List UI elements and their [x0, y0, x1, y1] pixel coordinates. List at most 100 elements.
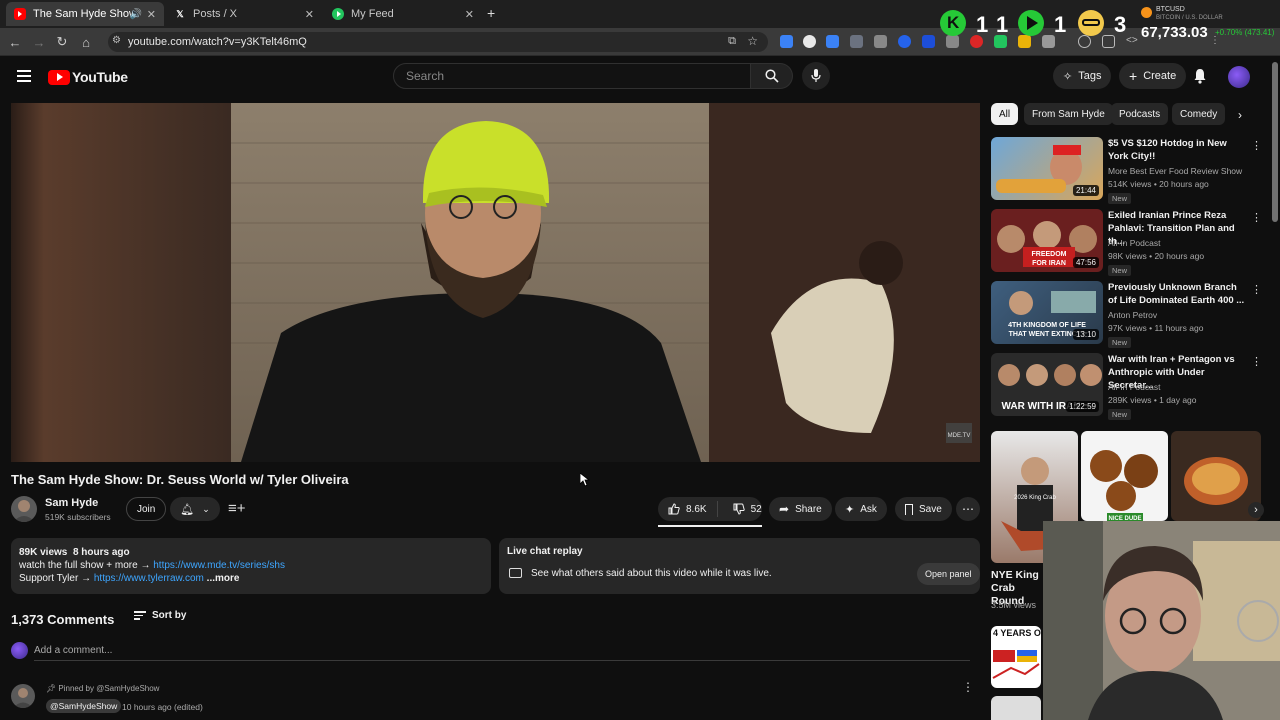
account-avatar[interactable]: [1228, 66, 1250, 88]
ticker-change: +0.70% (473.41): [1215, 28, 1275, 37]
search-button[interactable]: [751, 63, 793, 89]
channel-name[interactable]: Sam Hyde: [45, 497, 98, 509]
more-actions-icon[interactable]: ⋯: [956, 497, 980, 521]
browser-tab-feed[interactable]: My Feed ✕: [324, 2, 482, 26]
new-tab-icon[interactable]: +: [487, 5, 495, 21]
chip-comedy[interactable]: Comedy: [1172, 103, 1226, 125]
channel-name: All-In Podcast: [1108, 382, 1161, 392]
shorts-next-icon[interactable]: ›: [1248, 502, 1264, 518]
thumbs-down-icon: [733, 503, 745, 515]
browser-tab-youtube[interactable]: The Sam Hyde Show: Dr. Se 🔊 ✕: [6, 2, 164, 26]
description-box[interactable]: 89K views 8 hours ago watch the full sho…: [11, 538, 491, 594]
chevron-right-icon[interactable]: ›: [1238, 108, 1242, 122]
description-link[interactable]: https://www.tylerraw.com: [94, 573, 204, 584]
page-scrollbar[interactable]: [1272, 62, 1278, 222]
like-dislike-group: 8.6K 52: [658, 497, 762, 521]
chip-all[interactable]: All: [991, 103, 1019, 125]
site-info-icon[interactable]: ⚙: [112, 35, 121, 46]
extension-icon[interactable]: [874, 35, 887, 48]
youtube-logo[interactable]: YouTube: [48, 69, 128, 85]
add-comment-input[interactable]: Add a comment...: [34, 645, 112, 656]
notifications-bell-icon[interactable]: [1192, 68, 1208, 89]
short-thumbnail[interactable]: NICE DUDE: [1081, 431, 1168, 521]
video-meta: 289K views • 1 day ago: [1108, 395, 1197, 405]
search-placeholder: Search: [406, 69, 445, 83]
recommended-video[interactable]: WAR WITH IRAN 1:22:59 War with Iran + Pe…: [991, 353, 1262, 420]
chip-podcasts[interactable]: Podcasts: [1111, 103, 1169, 125]
video-meta: 97K views • 11 hours ago: [1108, 323, 1204, 333]
ask-button[interactable]: ✦ Ask: [835, 497, 887, 521]
video-duration: 1:22:59: [1066, 401, 1099, 412]
back-icon[interactable]: ←: [6, 33, 24, 51]
video-watermark: MDE.TV: [948, 433, 971, 439]
user-avatar: [11, 642, 28, 659]
open-panel-button[interactable]: Open panel: [917, 563, 980, 585]
bookmark-star-icon[interactable]: ☆: [747, 34, 758, 48]
x-icon: 𝕏: [176, 8, 184, 19]
extension-icon[interactable]: [850, 35, 863, 48]
video-thumbnail[interactable]: [991, 696, 1041, 720]
comment-author[interactable]: @SamHydeShow: [46, 699, 122, 713]
reload-icon[interactable]: ↻: [53, 33, 71, 51]
speaker-icon[interactable]: 🔊: [130, 9, 142, 20]
more-options-icon[interactable]: ⋮: [1251, 211, 1262, 224]
video-title: Previously Unknown Branch of Life Domina…: [1108, 282, 1245, 306]
forward-icon[interactable]: →: [30, 33, 48, 51]
svg-text:4TH KINGDOM OF LIFE: 4TH KINGDOM OF LIFE: [1008, 322, 1086, 329]
share-button[interactable]: ➦ Share: [769, 497, 832, 521]
join-button[interactable]: Join: [126, 497, 167, 521]
description-link[interactable]: https://www.mde.tv/series/shs: [153, 560, 285, 571]
channel-avatar[interactable]: [11, 496, 37, 522]
recommended-video[interactable]: 4TH KINGDOM OF LIFE THAT WENT EXTINCT? 13…: [991, 281, 1262, 348]
comment-menu-icon[interactable]: ⋮: [962, 680, 974, 694]
tab-label: My Feed: [351, 8, 394, 20]
add-to-playlist-icon[interactable]: ≡+: [228, 500, 246, 517]
svg-text:FOR IRAN: FOR IRAN: [1032, 260, 1066, 267]
extension-icon[interactable]: [898, 35, 911, 48]
pinned-label: 📌︎ Pinned by @SamHydeShow: [46, 684, 159, 693]
search-input[interactable]: Search: [393, 63, 751, 89]
tags-button[interactable]: ✧ Tags: [1053, 63, 1112, 89]
video-player[interactable]: MDE.TV: [11, 103, 980, 462]
play-icon: [332, 8, 344, 20]
create-button[interactable]: + Create: [1119, 63, 1187, 89]
close-tab-icon[interactable]: ✕: [305, 8, 314, 21]
extension-icon[interactable]: [803, 35, 816, 48]
chip-from-sam-hyde[interactable]: From Sam Hyde: [1024, 103, 1113, 125]
comment-author-avatar[interactable]: [11, 684, 35, 708]
more-options-icon[interactable]: ⋮: [1251, 355, 1262, 368]
cast-icon[interactable]: ⧉: [728, 35, 736, 48]
sparkle-icon: ✧: [1063, 70, 1073, 83]
more-options-icon[interactable]: ⋮: [1251, 283, 1262, 296]
dislike-button[interactable]: 52: [724, 503, 771, 515]
show-more-link[interactable]: ...more: [207, 573, 240, 584]
voice-search-button[interactable]: [802, 62, 830, 90]
chevron-down-icon: ⌄: [202, 503, 210, 514]
browser-tab-x[interactable]: 𝕏 Posts / X ✕: [166, 2, 322, 26]
address-bar[interactable]: ⚙ youtube.com/watch?v=y3KTelt46mQ ⧉ ☆: [108, 32, 768, 52]
close-tab-icon[interactable]: ✕: [465, 8, 474, 21]
sort-icon: [134, 611, 146, 620]
recommended-video[interactable]: 21:44 $5 VS $120 Hotdog in New York City…: [991, 137, 1262, 204]
youtube-icon: [14, 8, 26, 20]
video-thumbnail[interactable]: 4 YEARS O: [991, 626, 1041, 688]
extension-icon[interactable]: [780, 35, 793, 48]
video-frame: MDE.TV: [11, 103, 980, 462]
save-button[interactable]: Save: [895, 497, 952, 521]
chat-icon: [509, 568, 522, 578]
subscriber-count: 519K subscribers: [45, 512, 111, 522]
live-chat-replay-panel: Live chat replay See what others said ab…: [499, 538, 980, 594]
sort-by-button[interactable]: Sort by: [134, 610, 186, 621]
recommended-video[interactable]: FREEDOM FOR IRAN 47:56 Exiled Iranian Pri…: [991, 209, 1262, 276]
close-tab-icon[interactable]: ✕: [147, 8, 156, 21]
home-icon[interactable]: ⌂: [77, 33, 95, 51]
hamburger-menu-icon[interactable]: [17, 70, 31, 82]
more-options-icon[interactable]: ⋮: [1251, 139, 1262, 152]
like-button[interactable]: 8.6K: [658, 501, 718, 517]
extension-icon[interactable]: [922, 35, 935, 48]
webcam-overlay: [1043, 521, 1280, 720]
save-label: Save: [919, 503, 942, 515]
subscribed-button[interactable]: 🔔︎ ⌄: [170, 497, 220, 521]
extension-icon[interactable]: [826, 35, 839, 48]
new-badge: New: [1108, 337, 1132, 348]
